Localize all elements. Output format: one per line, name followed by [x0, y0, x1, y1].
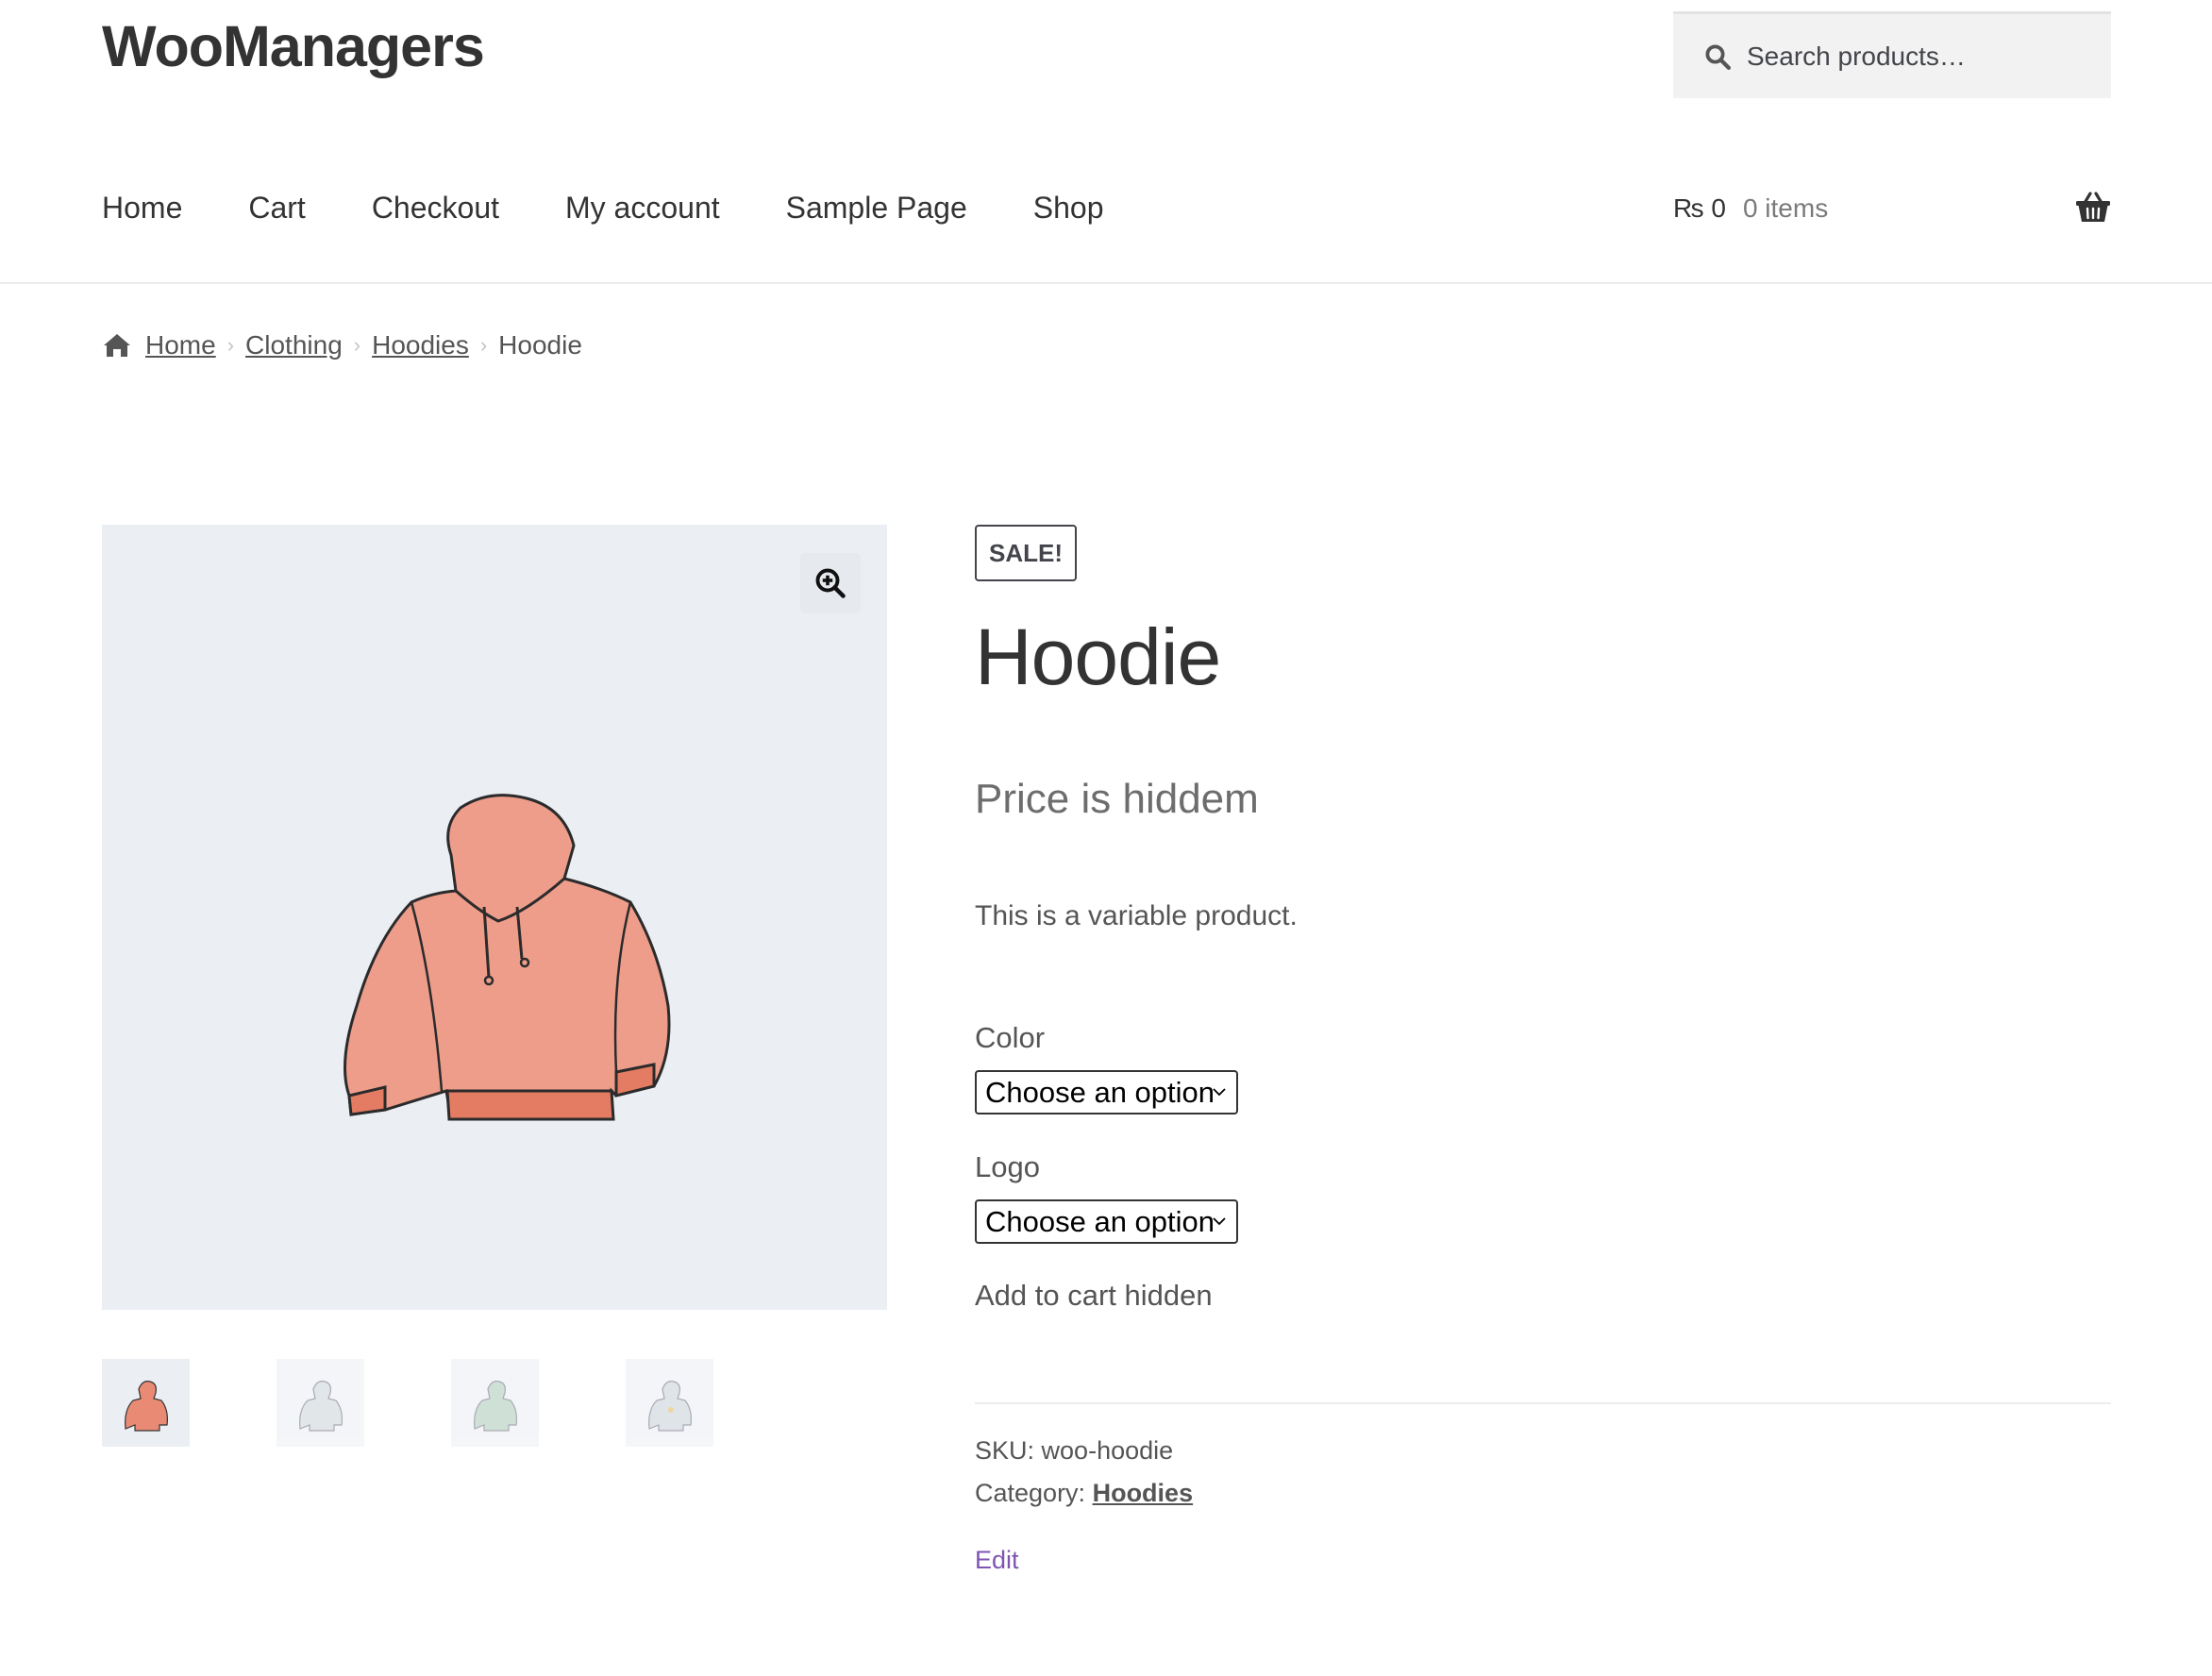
cart-item-count: 0 items	[1742, 193, 1829, 223]
sku-value: woo-hoodie	[1041, 1436, 1174, 1465]
gallery-thumbnail[interactable]	[626, 1359, 713, 1447]
search-input[interactable]	[1747, 41, 2086, 72]
product-meta-divider	[975, 1402, 2111, 1404]
category-label: Category:	[975, 1479, 1086, 1507]
breadcrumb: Home › Clothing › Hoodies › Hoodie	[102, 330, 582, 360]
home-icon	[104, 334, 130, 357]
breadcrumb-current: Hoodie	[498, 330, 582, 360]
nav-item-home[interactable]: Home	[102, 191, 182, 226]
nav-item-cart[interactable]: Cart	[248, 191, 305, 226]
color-select-value: Choose an option	[985, 1075, 1215, 1109]
cart-amount: ₨ 0	[1673, 193, 1726, 223]
gallery-thumbnail[interactable]	[276, 1359, 364, 1447]
chevron-right-icon: ›	[226, 333, 235, 357]
color-select[interactable]: Choose an option	[975, 1070, 1238, 1115]
breadcrumb-link-home[interactable]: Home	[145, 330, 216, 360]
search-box[interactable]	[1673, 11, 2111, 98]
sale-badge: SALE!	[975, 525, 1077, 581]
breadcrumb-link-hoodies[interactable]: Hoodies	[372, 330, 469, 360]
zoom-button[interactable]	[800, 553, 861, 613]
chevron-right-icon: ›	[353, 333, 361, 357]
product-short-description: This is a variable product.	[975, 900, 1298, 931]
hoodie-thumbnail-image	[647, 1380, 692, 1432]
nav-item-sample-page[interactable]: Sample Page	[786, 191, 967, 226]
edit-product-link[interactable]: Edit	[975, 1546, 1019, 1575]
logo-variation-label: Logo	[975, 1150, 1040, 1183]
hoodie-thumbnail-image	[124, 1380, 168, 1432]
header-cart[interactable]: ₨ 0 0 items	[1673, 187, 2111, 230]
site-title[interactable]: WooManagers	[102, 13, 485, 79]
primary-navigation: Home Cart Checkout My account Sample Pag…	[102, 185, 1169, 230]
basket-icon[interactable]	[2075, 191, 2111, 225]
color-variation-label: Color	[975, 1021, 1046, 1054]
header-divider	[0, 282, 2212, 284]
nav-item-my-account[interactable]: My account	[565, 191, 720, 226]
product-main-image[interactable]	[102, 525, 887, 1310]
zoom-in-icon	[815, 568, 846, 598]
product-title: Hoodie	[975, 612, 1221, 701]
gallery-thumbnail[interactable]	[451, 1359, 539, 1447]
breadcrumb-link-clothing[interactable]: Clothing	[245, 330, 343, 360]
logo-select-value: Choose an option	[985, 1204, 1215, 1238]
hoodie-image	[344, 794, 671, 1121]
chevron-right-icon: ›	[479, 333, 488, 357]
category-link-hoodies[interactable]: Hoodies	[1093, 1479, 1194, 1507]
price-hidden-text: Price is hiddem	[975, 776, 1259, 822]
product-category: Category: Hoodies	[975, 1479, 1193, 1508]
gallery-thumbnail[interactable]	[102, 1359, 190, 1447]
nav-item-shop[interactable]: Shop	[1033, 191, 1104, 226]
chevron-down-icon	[1213, 1088, 1226, 1097]
hoodie-thumbnail-image	[473, 1380, 517, 1432]
logo-select[interactable]: Choose an option	[975, 1199, 1238, 1244]
add-to-cart-hidden-text: Add to cart hidden	[975, 1279, 1213, 1312]
gallery-thumbnails	[102, 1359, 800, 1447]
sku-label: SKU:	[975, 1436, 1035, 1465]
nav-item-checkout[interactable]: Checkout	[372, 191, 499, 226]
product-sku: SKU: woo-hoodie	[975, 1436, 1173, 1466]
chevron-down-icon	[1213, 1217, 1226, 1226]
hoodie-thumbnail-image	[298, 1380, 343, 1432]
search-icon	[1705, 44, 1731, 70]
